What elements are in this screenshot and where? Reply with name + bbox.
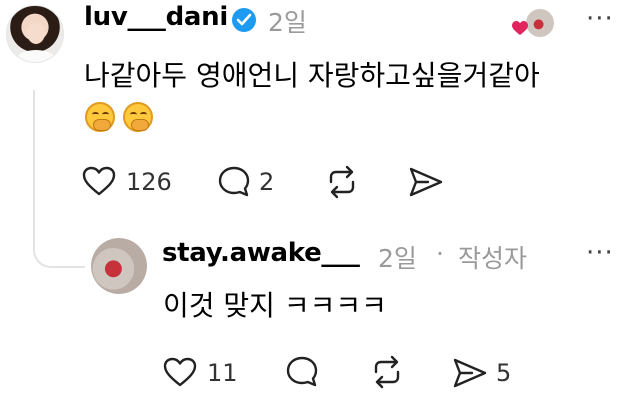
liked-by-avatar	[524, 7, 556, 39]
more-icon[interactable]: ···	[586, 238, 614, 268]
reply-count: 2	[259, 168, 275, 196]
post-author-avatar[interactable]	[6, 5, 64, 63]
reply-text: 이것 맞지 ㅋㅋㅋㅋ	[163, 289, 387, 322]
share-icon[interactable]	[408, 166, 444, 198]
verified-badge-icon	[232, 8, 256, 32]
author-badge: 작성자	[458, 244, 528, 273]
reply-time: 2일	[378, 244, 417, 273]
reply-author-avatar[interactable]	[91, 238, 147, 294]
heart-icon	[512, 21, 528, 35]
reply-like-count: 11	[207, 359, 238, 387]
avatar-shirt	[15, 50, 57, 62]
repost-icon[interactable]	[368, 354, 406, 390]
comment-icon[interactable]	[217, 165, 251, 199]
more-icon[interactable]: ···	[586, 4, 614, 34]
comment-icon[interactable]	[285, 355, 319, 389]
liked-by-author-indicator	[512, 7, 556, 43]
heart-icon[interactable]	[82, 166, 116, 196]
post-username[interactable]: luv___dani	[84, 2, 228, 32]
like-count: 126	[126, 168, 172, 196]
hand-over-mouth-emoji	[123, 102, 153, 132]
reply-share-count: 5	[496, 359, 512, 387]
reply-username[interactable]: stay.awake___	[162, 238, 360, 268]
post-text: 나같아두 영애언니 자랑하고싶을거같아	[84, 59, 540, 92]
hand-over-mouth-emoji	[85, 102, 115, 132]
avatar-face	[27, 22, 45, 44]
heart-icon[interactable]	[163, 357, 197, 387]
meta-separator: ·	[436, 239, 444, 268]
thread-connector-line	[33, 90, 85, 268]
repost-icon[interactable]	[323, 164, 361, 200]
post-time: 2일	[268, 8, 307, 37]
share-icon[interactable]	[452, 357, 488, 389]
